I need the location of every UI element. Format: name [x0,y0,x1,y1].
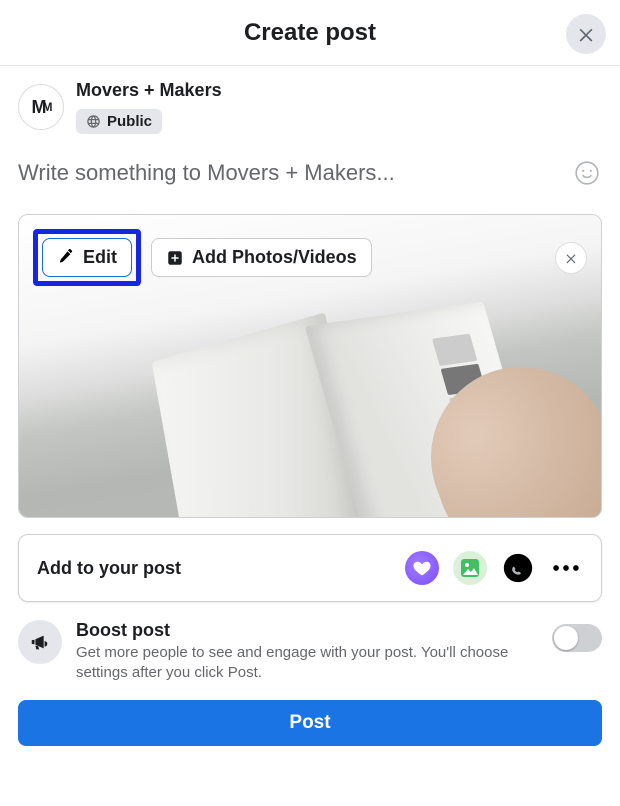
dialog-title: Create post [244,19,376,47]
pencil-icon [57,249,75,267]
whatsapp-icon [501,551,535,585]
add-to-post-row[interactable]: Add to your post [18,534,602,602]
remove-media-button[interactable] [555,242,587,274]
edit-highlight: Edit [33,229,141,286]
page-avatar[interactable]: MM [18,84,64,130]
add-media-button[interactable]: Add Photos/Videos [151,238,372,277]
boost-toggle[interactable] [552,624,602,652]
boost-description: Get more people to see and engage with y… [76,643,538,682]
whatsapp-button[interactable] [501,551,535,585]
author-row: MM Movers + Makers Public [0,66,620,140]
heart-icon [412,558,432,578]
tag-people-button[interactable] [405,551,439,585]
boost-text: Boost post Get more people to see and en… [76,620,538,682]
media-preview: Edit Add Photos/Videos [18,214,602,518]
avatar-sub: M [43,100,51,114]
dots-icon [549,551,583,585]
more-options-button[interactable] [549,551,583,585]
privacy-label: Public [107,113,152,130]
emoji-button[interactable] [572,158,602,188]
composer-row: Write something to Movers + Makers... [0,140,620,196]
megaphone-icon-wrap [18,620,62,664]
author-meta: Movers + Makers Public [76,80,222,134]
edit-label: Edit [83,247,117,268]
megaphone-icon [29,631,51,653]
close-button[interactable] [566,14,606,54]
toggle-knob [554,626,578,650]
add-photo-icon [166,249,184,267]
privacy-selector[interactable]: Public [76,109,162,134]
globe-icon [86,114,101,129]
add-icons [405,551,583,585]
edit-media-button[interactable]: Edit [42,238,132,277]
add-to-post-label: Add to your post [37,558,181,579]
photo-icon [458,556,482,580]
composer-input[interactable]: Write something to Movers + Makers... [18,160,395,186]
dialog-header: Create post [0,0,620,66]
smile-icon [574,160,600,186]
post-button[interactable]: Post [18,700,602,746]
close-icon [576,24,596,44]
close-icon [564,251,578,265]
boost-row: Boost post Get more people to see and en… [18,620,602,682]
photo-video-button[interactable] [453,551,487,585]
add-media-label: Add Photos/Videos [192,247,357,268]
media-toolbar: Edit Add Photos/Videos [33,229,587,286]
boost-title: Boost post [76,620,538,641]
author-name: Movers + Makers [76,80,222,101]
